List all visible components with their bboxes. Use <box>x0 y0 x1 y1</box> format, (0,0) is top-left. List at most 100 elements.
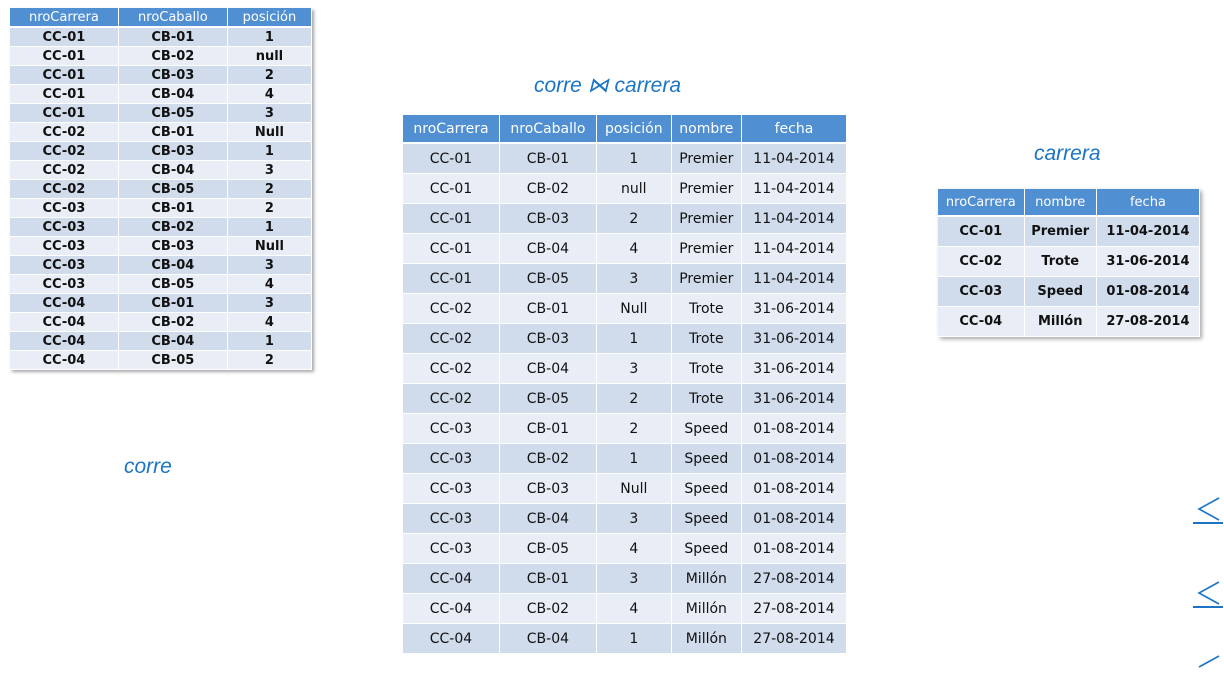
join-cell: Speed <box>671 503 742 534</box>
join-cell: CC-01 <box>403 263 500 294</box>
carrera-table-body: CC-01 Premier 11-04-2014 CC-02 Trote 31-06-20… <box>938 216 1201 337</box>
corre-cell: 1 <box>227 27 313 47</box>
join-cell: 01-08-2014 <box>741 443 848 474</box>
corre-cell: 4 <box>227 312 313 332</box>
table-row: CC-01 CB-04 4 Premier 11-04-2014 <box>403 233 848 264</box>
join-cell: CB-04 <box>499 623 597 654</box>
corre-header-row: nroCarrera nroCaballo posición <box>10 8 313 28</box>
join-cell: 31-06-2014 <box>741 353 848 384</box>
corre-cell: CB-05 <box>118 179 228 199</box>
corre-cell: 1 <box>227 141 313 161</box>
carrera-header-cell: nroCarrera <box>938 189 1025 217</box>
table-row: CC-01 CB-02 null <box>10 46 313 66</box>
table-row: CC-04 CB-01 3 Millón 27-08-2014 <box>403 563 848 594</box>
join-cell: 4 <box>596 593 672 624</box>
corre-cell: 3 <box>227 160 313 180</box>
table-row: CC-02 CB-04 3 <box>10 160 313 180</box>
table-row: CC-02 CB-03 1 Trote 31-06-2014 <box>403 323 848 354</box>
join-cell: CB-05 <box>499 533 597 564</box>
table-row: CC-04 CB-05 2 <box>10 350 313 370</box>
join-cell: Speed <box>671 473 742 504</box>
corre-cell: CC-04 <box>10 350 119 370</box>
carrera-table: nroCarrera nombre fecha CC-01 Premier 11-04-… <box>938 189 1201 337</box>
join-caption: corre ⋈ carrera <box>534 74 682 97</box>
table-row: CC-03 CB-03 Null Speed 01-08-2014 <box>403 473 848 504</box>
corre-cell: 3 <box>227 103 313 123</box>
join-cell: CC-01 <box>403 143 500 174</box>
join-cell: 2 <box>596 203 672 234</box>
table-row: CC-01 CB-03 2 Premier 11-04-2014 <box>403 203 848 234</box>
join-header-cell: fecha <box>741 115 848 144</box>
table-row: CC-03 CB-04 3 <box>10 255 313 275</box>
join-cell: CB-04 <box>499 503 597 534</box>
join-cell: Millón <box>671 593 742 624</box>
join-cell: CB-03 <box>499 323 597 354</box>
join-header-cell: nroCaballo <box>499 115 597 144</box>
join-cell: CC-04 <box>403 563 500 594</box>
corre-cell: CC-03 <box>10 198 119 218</box>
join-cell: 2 <box>596 413 672 444</box>
table-row: CC-01 Premier 11-04-2014 <box>938 216 1201 247</box>
carrera-cell: CC-02 <box>938 246 1025 277</box>
join-cell: CC-02 <box>403 353 500 384</box>
corre-cell: CC-02 <box>10 160 119 180</box>
table-row: CC-04 CB-02 4 Millón 27-08-2014 <box>403 593 848 624</box>
corre-cell: 3 <box>227 255 313 275</box>
corre-cell: CC-01 <box>10 84 119 104</box>
corre-cell: 1 <box>227 217 313 237</box>
join-header-row: nroCarrera nroCaballo posición nombre fecha <box>403 115 848 144</box>
join-cell: 01-08-2014 <box>741 413 848 444</box>
table-row: CC-02 CB-05 2 <box>10 179 313 199</box>
carrera-cell: CC-01 <box>938 216 1025 247</box>
corre-cell: CB-02 <box>118 312 228 332</box>
table-row: CC-01 CB-05 3 Premier 11-04-2014 <box>403 263 848 294</box>
corre-cell: 2 <box>227 65 313 85</box>
join-cell: 4 <box>596 233 672 264</box>
join-cell: 1 <box>596 323 672 354</box>
join-cell: 11-04-2014 <box>741 203 848 234</box>
table-row: CC-03 CB-01 2 <box>10 198 313 218</box>
corre-cell: 4 <box>227 274 313 294</box>
join-cell: 3 <box>596 353 672 384</box>
join-cell: Null <box>596 293 672 324</box>
join-cell: CC-04 <box>403 593 500 624</box>
join-cell: 2 <box>596 383 672 414</box>
join-cell: CC-01 <box>403 233 500 264</box>
join-cell: CB-01 <box>499 293 597 324</box>
join-header-cell: nombre <box>671 115 742 144</box>
table-row: CC-01 CB-01 1 <box>10 27 313 47</box>
corre-cell: CC-04 <box>10 293 119 313</box>
join-cell: 27-08-2014 <box>741 623 848 654</box>
corre-cell: CC-02 <box>10 179 119 199</box>
back-icon[interactable] <box>1193 576 1223 608</box>
corre-cell: CC-02 <box>10 141 119 161</box>
join-cell: 11-04-2014 <box>741 233 848 264</box>
corre-cell: CC-04 <box>10 331 119 351</box>
corre-cell: CB-02 <box>118 46 228 66</box>
join-cell: CC-03 <box>403 413 500 444</box>
join-cell: 01-08-2014 <box>741 473 848 504</box>
join-header-cell: posición <box>596 115 672 144</box>
carrera-cell: CC-03 <box>938 276 1025 307</box>
join-cell: Premier <box>671 263 742 294</box>
join-cell: CB-04 <box>499 233 597 264</box>
join-cell: CC-03 <box>403 443 500 474</box>
corre-header-cell: posición <box>227 8 313 28</box>
join-cell: CC-02 <box>403 323 500 354</box>
corre-cell: CC-01 <box>10 103 119 123</box>
join-cell: Premier <box>671 143 742 174</box>
join-cell: Trote <box>671 353 742 384</box>
join-cell: CB-03 <box>499 473 597 504</box>
table-row: CC-03 CB-05 4 <box>10 274 313 294</box>
return-icon[interactable] <box>1193 650 1223 680</box>
join-cell: Null <box>596 473 672 504</box>
join-table-body: CC-01 CB-01 1 Premier 11-04-2014 CC-01 CB-02 nu… <box>403 143 848 654</box>
carrera-header-row: nroCarrera nombre fecha <box>938 189 1201 217</box>
join-cell: 3 <box>596 563 672 594</box>
carrera-header-cell: nombre <box>1024 189 1097 217</box>
table-row: CC-04 Millón 27-08-2014 <box>938 306 1201 337</box>
corre-cell: CB-04 <box>118 160 228 180</box>
previous-slide-icon[interactable] <box>1193 492 1223 524</box>
corre-cell: CC-01 <box>10 27 119 47</box>
join-cell: CC-02 <box>403 293 500 324</box>
